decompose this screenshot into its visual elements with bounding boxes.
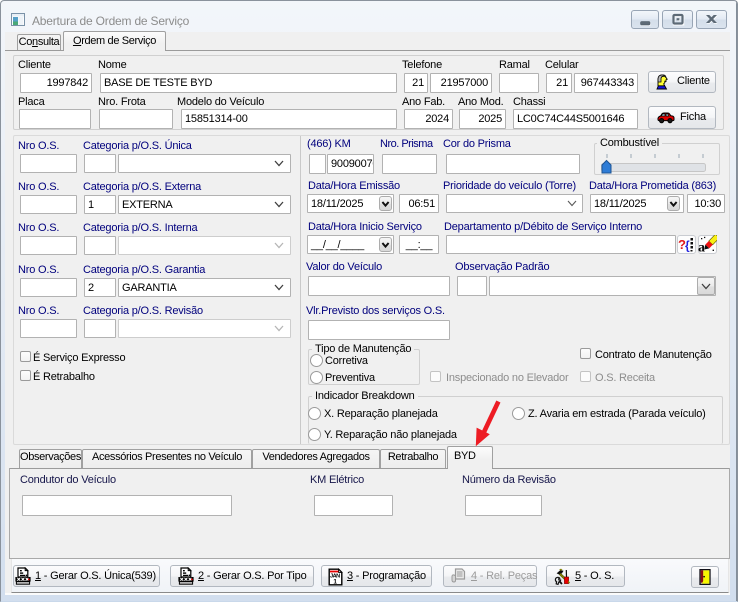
svg-text:a: a	[698, 241, 705, 255]
svg-text:{: {	[685, 239, 690, 253]
